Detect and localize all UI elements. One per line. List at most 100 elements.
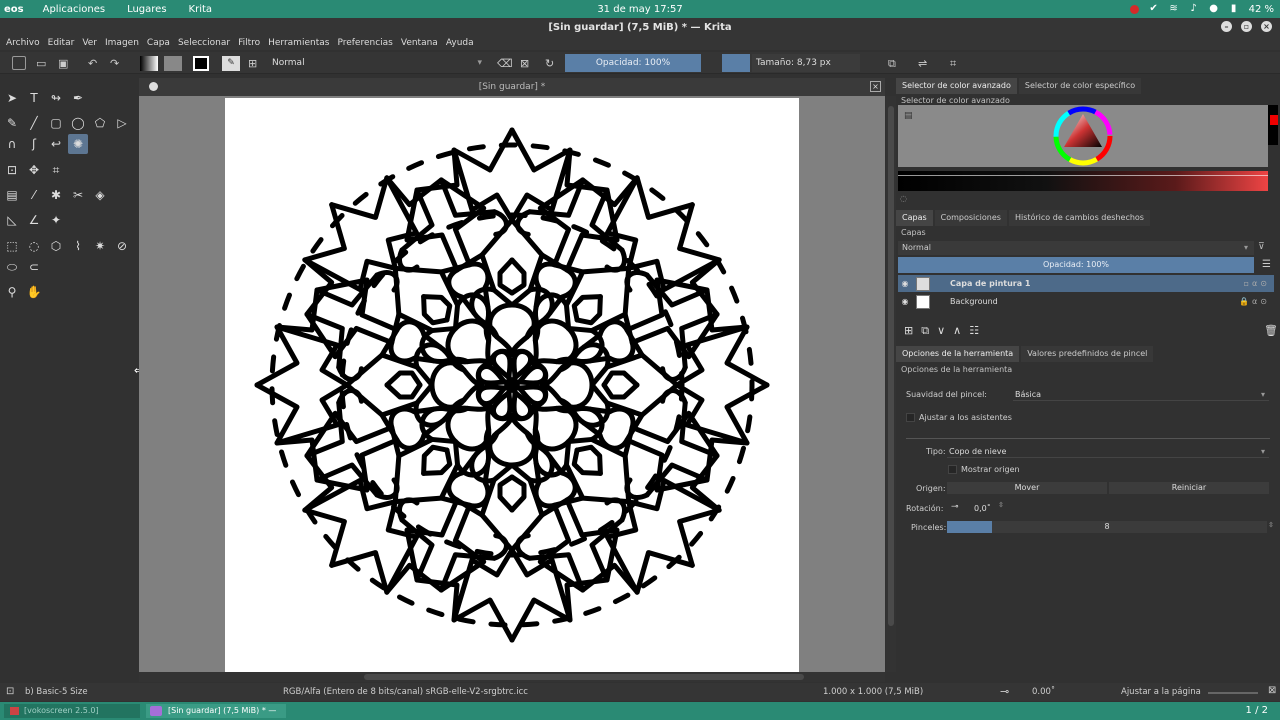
rect-select-icon[interactable]: ⬚ [2, 236, 22, 256]
similar-select-icon[interactable]: ⊘ [112, 236, 132, 256]
ellipse-select-icon[interactable]: ◌ [24, 236, 44, 256]
rotation-dial-icon[interactable]: ⊸ [951, 502, 959, 512]
volume-icon[interactable]: ♪ [1189, 4, 1199, 14]
delete-layer-icon[interactable]: 🗑 [1264, 324, 1278, 337]
battery-icon[interactable]: ▮ [1229, 4, 1239, 14]
bezier-tool-icon[interactable]: ∩ [2, 134, 22, 154]
layer-row[interactable]: ◉ Capa de pintura 1 ▫α⊙ [898, 275, 1274, 292]
duplicate-layer-icon[interactable]: ⧉ [921, 324, 929, 338]
record-icon[interactable] [1129, 4, 1139, 14]
brush-preset-icon[interactable]: ✎ [222, 56, 240, 71]
brushes-slider[interactable]: 8 [947, 521, 1267, 533]
close-icon[interactable]: × [1261, 21, 1272, 32]
horizontal-scrollbar[interactable] [139, 672, 885, 682]
layer-flags-icon[interactable]: ▫α⊙ [1244, 279, 1270, 288]
rectangle-tool-icon[interactable]: ▢ [46, 113, 66, 133]
wifi-icon[interactable]: ≋ [1169, 4, 1179, 14]
menu-preferencias[interactable]: Preferencias [337, 38, 392, 48]
brush-preset-status[interactable]: b) Basic-5 Size [25, 687, 88, 697]
layer-blend-select[interactable]: Normal [898, 241, 1254, 255]
smoothing-select[interactable]: Básica [1013, 388, 1269, 401]
show-origin-option[interactable]: Mostrar origen [948, 465, 1020, 474]
vertical-scrollbar[interactable] [886, 96, 896, 672]
size-slider[interactable]: Tamaño: 8,73 px [752, 54, 860, 72]
open-folder-icon[interactable]: ▭ [36, 56, 46, 71]
visibility-icon[interactable]: ◉ [898, 297, 912, 306]
tab-advanced-color-selector[interactable]: Selector de color avanzado [896, 78, 1017, 94]
rotation-value[interactable]: 0,0˚ [974, 504, 991, 513]
brush-preset-status-icon[interactable]: ⊡ [6, 686, 14, 697]
mirror-vertical-icon[interactable]: ⇌ [918, 56, 927, 71]
horizontal-scroll-thumb[interactable] [364, 674, 804, 680]
current-color-swatch[interactable] [1268, 105, 1278, 145]
dynamic-brush-icon[interactable]: ↩ [46, 134, 66, 154]
tab-compositions[interactable]: Composiciones [934, 210, 1007, 226]
color-wheel-icon[interactable] [1052, 105, 1114, 167]
settings-icon[interactable]: ▤ [904, 111, 913, 121]
text-tool-icon[interactable]: T [24, 88, 44, 108]
alpha-lock-icon[interactable]: ⊠ [520, 56, 529, 71]
layer-opacity-slider[interactable]: Opacidad: 100% [898, 257, 1254, 273]
minimize-icon[interactable]: – [1221, 21, 1232, 32]
calligraphy-icon[interactable]: ✒ [68, 88, 88, 108]
gradient-tool-icon[interactable]: ▤ [2, 185, 22, 205]
measure-tool-icon[interactable]: ∠ [24, 210, 44, 230]
lock-icon[interactable]: 🔒α⊙ [1239, 297, 1270, 306]
gradient-icon[interactable] [140, 56, 158, 71]
menu-aplicaciones[interactable]: Aplicaciones [32, 4, 116, 15]
transform-tool-icon[interactable]: ⊡ [2, 160, 22, 180]
tab-tool-options[interactable]: Opciones de la herramienta [896, 346, 1020, 362]
blend-mode-select[interactable]: Normal [270, 56, 486, 71]
zoom-slider[interactable] [1208, 692, 1258, 694]
contiguous-select-icon[interactable]: ✷ [90, 236, 110, 256]
save-icon[interactable]: ▣ [58, 56, 68, 71]
color-gradient-bar[interactable] [898, 171, 1268, 191]
freehand-brush-icon[interactable]: ✎ [2, 113, 22, 133]
colorize-mask-icon[interactable]: ✂ [68, 185, 88, 205]
line-tool-icon[interactable]: ╱ [24, 113, 44, 133]
redo-icon[interactable]: ↷ [110, 56, 119, 71]
workspace-pager[interactable]: 1 / 2 [1246, 705, 1268, 716]
type-select[interactable]: Copo de nieve [947, 445, 1269, 458]
move-down-icon[interactable]: ∨ [937, 324, 945, 338]
show-origin-checkbox[interactable] [948, 465, 957, 474]
smart-patch-icon[interactable]: ✱ [46, 185, 66, 205]
color-selector-panel[interactable]: ▤ [898, 105, 1268, 167]
freehand-path-icon[interactable]: ʃ [24, 134, 44, 154]
fill-tool-icon[interactable]: ◈ [90, 185, 110, 205]
rotation-status-icon[interactable]: ⊸ [1000, 685, 1009, 698]
canvas-paper[interactable] [225, 98, 799, 672]
menu-filtro[interactable]: Filtro [238, 38, 260, 48]
pan-tool-icon[interactable]: ✋ [24, 282, 44, 302]
freehand-select-icon[interactable]: ⌇ [68, 236, 88, 256]
move-origin-button[interactable]: Mover [947, 482, 1107, 494]
layer-settings-icon[interactable]: ☷ [969, 324, 979, 338]
assistants-option[interactable]: Ajustar a los asistentes [906, 413, 1012, 422]
close-tab-icon[interactable]: × [870, 81, 881, 92]
assistant-tool-icon[interactable]: ◺ [2, 210, 22, 230]
ellipse-tool-icon[interactable]: ◯ [68, 113, 88, 133]
zoom-tool-icon[interactable]: ⚲ [2, 282, 22, 302]
os-logo[interactable]: eos [0, 4, 32, 15]
reload-icon[interactable]: ↻ [545, 56, 554, 71]
crop-tool-icon[interactable]: ⌗ [46, 160, 66, 180]
rotation-status[interactable]: 0.00˚ [1032, 687, 1055, 697]
brushes-spinner-icon[interactable]: ⇳ [1268, 521, 1274, 529]
menu-archivo[interactable]: Archivo [6, 38, 40, 48]
mirror-horizontal-icon[interactable]: ⧉ [888, 56, 896, 71]
zoom-mode-status[interactable]: Ajustar a la página [1121, 687, 1201, 697]
menu-imagen[interactable]: Imagen [105, 38, 139, 48]
taskbar-item-krita[interactable]: [Sin guardar] (7,5 MiB) * — Krita [146, 704, 286, 718]
document-tab[interactable]: [Sin guardar] * × [139, 78, 885, 96]
visibility-icon[interactable]: ◉ [898, 279, 912, 288]
polygon-select-icon[interactable]: ⬡ [46, 236, 66, 256]
maximize-icon[interactable]: ▫ [1241, 21, 1252, 32]
polyline-tool-icon[interactable]: ▷ [112, 113, 132, 133]
reset-origin-button[interactable]: Reiniciar [1109, 482, 1269, 494]
vertical-scroll-thumb[interactable] [888, 106, 894, 626]
multibrush-tool-icon[interactable]: ✺ [68, 134, 88, 154]
rotation-spinner-icon[interactable]: ⇳ [998, 501, 1004, 509]
menu-ayuda[interactable]: Ayuda [446, 38, 474, 48]
reference-tool-icon[interactable]: ✦ [46, 210, 66, 230]
move-tool-icon[interactable]: ✥ [24, 160, 44, 180]
